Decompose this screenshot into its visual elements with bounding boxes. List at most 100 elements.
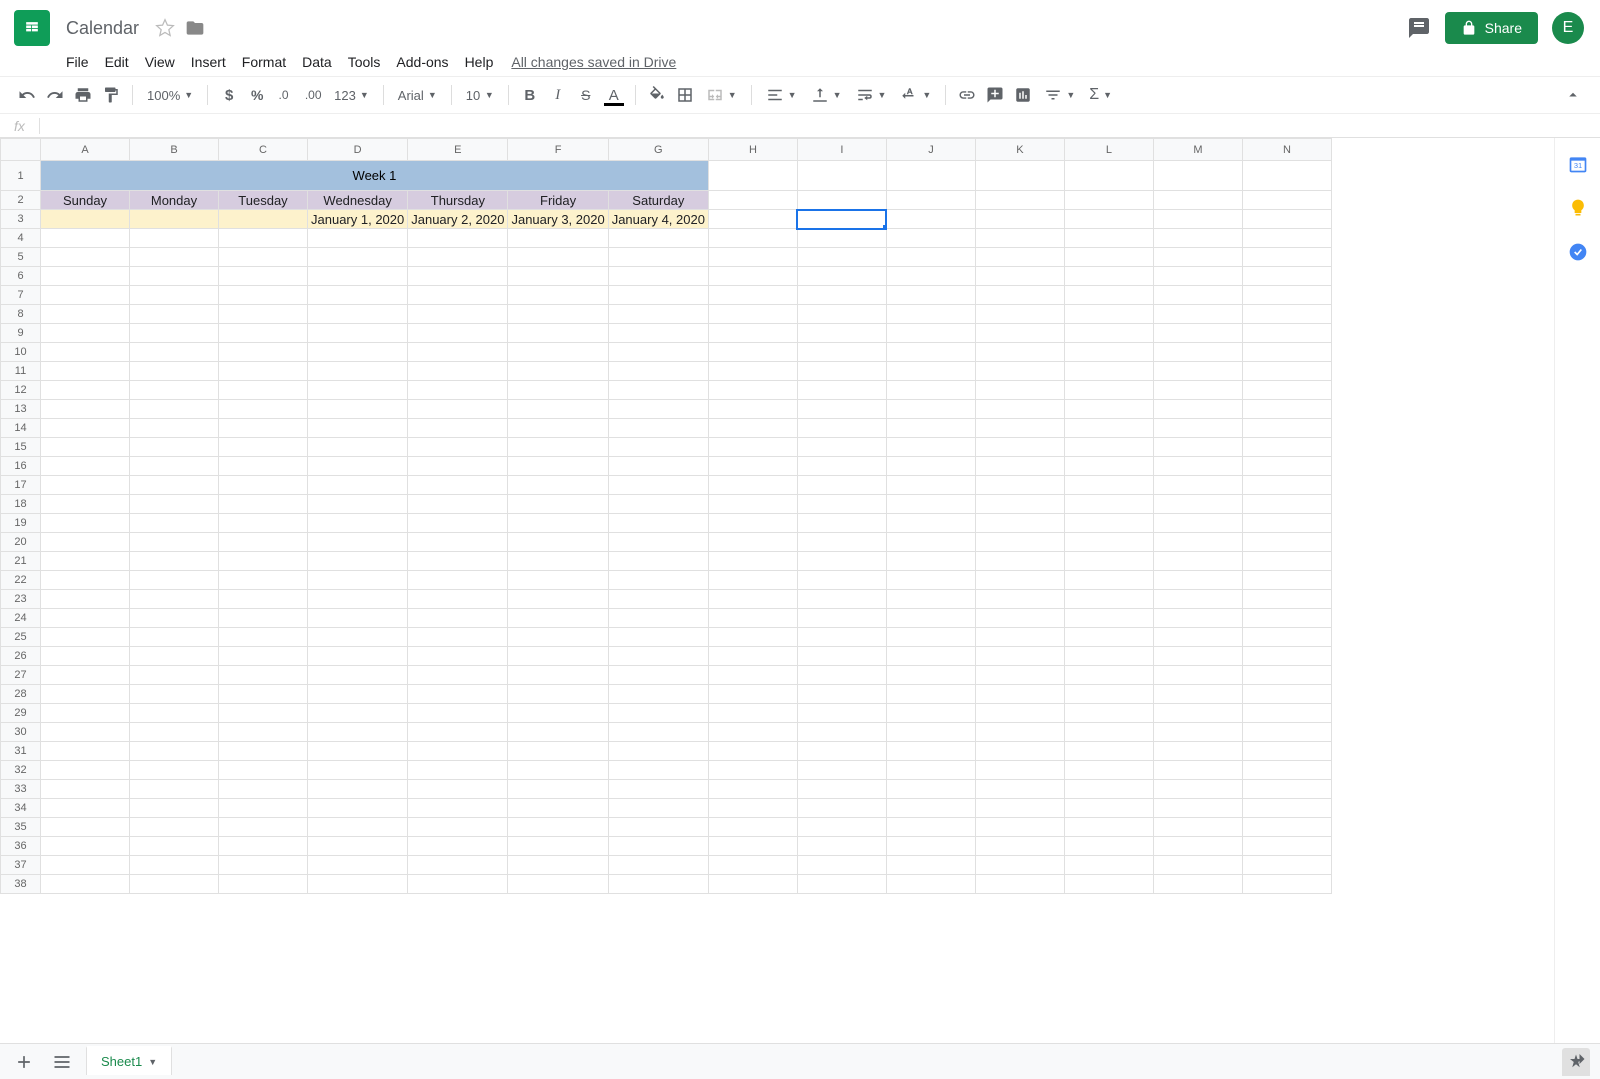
- cell[interactable]: [975, 362, 1064, 381]
- cell[interactable]: [708, 761, 797, 780]
- print-button[interactable]: [70, 82, 96, 108]
- cell[interactable]: [130, 590, 219, 609]
- cell[interactable]: [1242, 742, 1331, 761]
- cell[interactable]: [708, 286, 797, 305]
- cell[interactable]: [1064, 362, 1153, 381]
- cell[interactable]: [608, 571, 708, 590]
- cell[interactable]: [130, 780, 219, 799]
- cell[interactable]: [1064, 419, 1153, 438]
- cell[interactable]: [508, 799, 608, 818]
- cell[interactable]: [219, 343, 308, 362]
- insert-chart-button[interactable]: [1010, 82, 1036, 108]
- cell[interactable]: [708, 837, 797, 856]
- cell[interactable]: [608, 723, 708, 742]
- cell[interactable]: [508, 457, 608, 476]
- cell[interactable]: [1064, 343, 1153, 362]
- cell[interactable]: [41, 780, 130, 799]
- cell[interactable]: [41, 343, 130, 362]
- cell[interactable]: [708, 495, 797, 514]
- filter-dropdown[interactable]: ▼: [1038, 86, 1081, 104]
- cell[interactable]: [130, 723, 219, 742]
- cell[interactable]: [308, 856, 408, 875]
- cell[interactable]: [1064, 161, 1153, 191]
- cell[interactable]: [886, 685, 975, 704]
- cell[interactable]: [1064, 552, 1153, 571]
- cell[interactable]: [797, 286, 886, 305]
- cell[interactable]: [608, 457, 708, 476]
- cell[interactable]: [219, 438, 308, 457]
- cell[interactable]: [508, 552, 608, 571]
- cell[interactable]: [219, 780, 308, 799]
- cell[interactable]: [975, 685, 1064, 704]
- cell[interactable]: [797, 704, 886, 723]
- cell[interactable]: [1153, 799, 1242, 818]
- menu-tools[interactable]: Tools: [340, 50, 389, 74]
- cell[interactable]: [1242, 704, 1331, 723]
- date-cell[interactable]: [219, 210, 308, 229]
- grid-scroll[interactable]: ABCDEFGHIJKLMN1Week 12SundayMondayTuesda…: [0, 138, 1554, 1043]
- row-header[interactable]: 7: [1, 286, 41, 305]
- cell[interactable]: [219, 837, 308, 856]
- cell[interactable]: [408, 552, 508, 571]
- cell[interactable]: [975, 647, 1064, 666]
- cell[interactable]: [1153, 742, 1242, 761]
- cell[interactable]: [708, 362, 797, 381]
- cell[interactable]: [886, 590, 975, 609]
- cell[interactable]: [1242, 161, 1331, 191]
- cell[interactable]: [797, 343, 886, 362]
- cell[interactable]: [886, 704, 975, 723]
- cell[interactable]: [708, 400, 797, 419]
- cell[interactable]: [508, 761, 608, 780]
- bold-button[interactable]: B: [517, 82, 543, 108]
- week-title-cell[interactable]: Week 1: [41, 161, 709, 191]
- cell[interactable]: [608, 343, 708, 362]
- cell[interactable]: [408, 647, 508, 666]
- cell[interactable]: [41, 362, 130, 381]
- cell[interactable]: [408, 476, 508, 495]
- cell[interactable]: [886, 761, 975, 780]
- cell[interactable]: [886, 666, 975, 685]
- percent-button[interactable]: %: [244, 82, 270, 108]
- tasks-addon-icon[interactable]: [1568, 242, 1588, 262]
- cell[interactable]: [41, 514, 130, 533]
- cell[interactable]: [975, 628, 1064, 647]
- cell[interactable]: [708, 343, 797, 362]
- row-header[interactable]: 28: [1, 685, 41, 704]
- cell[interactable]: [219, 818, 308, 837]
- cell[interactable]: [1242, 210, 1331, 229]
- cell[interactable]: [1153, 476, 1242, 495]
- cell[interactable]: [1242, 666, 1331, 685]
- cell[interactable]: [1153, 267, 1242, 286]
- cell[interactable]: [308, 742, 408, 761]
- cell[interactable]: [408, 495, 508, 514]
- cell[interactable]: [408, 590, 508, 609]
- cell[interactable]: [1242, 856, 1331, 875]
- cell[interactable]: [1153, 324, 1242, 343]
- row-header[interactable]: 26: [1, 647, 41, 666]
- cell[interactable]: [708, 856, 797, 875]
- cell[interactable]: [975, 267, 1064, 286]
- cell[interactable]: [41, 628, 130, 647]
- cell[interactable]: [130, 533, 219, 552]
- cell[interactable]: [1064, 438, 1153, 457]
- cell[interactable]: [1064, 400, 1153, 419]
- cell[interactable]: [975, 476, 1064, 495]
- cell[interactable]: [219, 533, 308, 552]
- cell[interactable]: [975, 400, 1064, 419]
- cell[interactable]: [408, 761, 508, 780]
- row-header[interactable]: 11: [1, 362, 41, 381]
- cell[interactable]: [130, 818, 219, 837]
- cell[interactable]: [219, 742, 308, 761]
- row-header[interactable]: 24: [1, 609, 41, 628]
- cell[interactable]: [408, 818, 508, 837]
- row-header[interactable]: 13: [1, 400, 41, 419]
- cell[interactable]: [708, 229, 797, 248]
- cell[interactable]: [708, 210, 797, 229]
- cell[interactable]: [886, 571, 975, 590]
- cell[interactable]: [219, 286, 308, 305]
- cell[interactable]: [886, 875, 975, 894]
- cell[interactable]: [219, 514, 308, 533]
- cell[interactable]: [41, 267, 130, 286]
- cell[interactable]: [1064, 248, 1153, 267]
- cell[interactable]: [1153, 609, 1242, 628]
